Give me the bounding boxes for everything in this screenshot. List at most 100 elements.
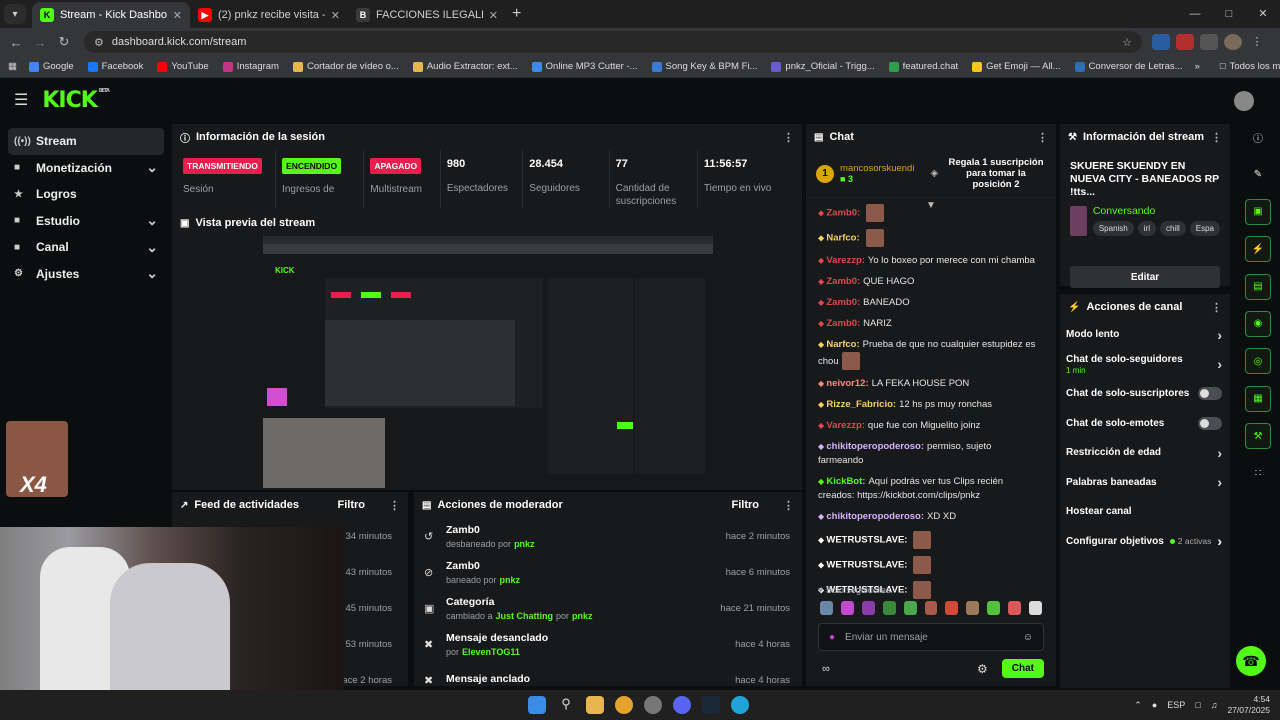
apps-grid-icon[interactable]: ▦ bbox=[8, 61, 17, 72]
channel-action-item[interactable]: Chat de solo-seguidores 1 min › bbox=[1060, 350, 1230, 380]
chat-username[interactable]: Narfco: bbox=[826, 233, 859, 244]
forward-icon[interactable]: → bbox=[28, 35, 52, 50]
toggle-switch[interactable] bbox=[1198, 416, 1222, 430]
close-tab-icon[interactable]: ✕ bbox=[173, 9, 182, 22]
toggle-switch[interactable] bbox=[1198, 387, 1222, 401]
hamburger-menu-icon[interactable]: ☰ bbox=[14, 90, 28, 110]
app-icon[interactable] bbox=[644, 696, 662, 714]
chat-username[interactable]: chikitoperopoderoso: bbox=[826, 511, 924, 522]
bookmark-item[interactable]: Audio Extractor: ext... bbox=[412, 61, 518, 72]
bookmark-star-icon[interactable]: ☆ bbox=[1122, 36, 1132, 49]
chat-message[interactable]: ◆ Varezzp: Yo lo boxeo por merece con mi … bbox=[818, 254, 1039, 268]
bookmark-item[interactable]: Instagram bbox=[222, 61, 279, 72]
chat-message[interactable]: ◆ KickBot: Aquí podrás ver tus Clips reci… bbox=[818, 475, 1039, 503]
bookmark-item[interactable]: Cortador de vídeo o... bbox=[292, 61, 399, 72]
chat-username[interactable]: Zamb0: bbox=[826, 208, 860, 219]
channel-action-item[interactable]: Chat de solo-suscriptores bbox=[1060, 379, 1230, 409]
info-icon[interactable]: ⓘ bbox=[1245, 124, 1271, 150]
kebab-menu-icon[interactable]: ⋮ bbox=[1248, 34, 1266, 50]
browser-tab[interactable]: ▶ (2) pnkz recibe visita - YouTube ✕ bbox=[190, 2, 348, 28]
bookmark-item[interactable]: YouTube bbox=[157, 61, 209, 72]
bookmark-item[interactable]: pnkz_Oficial - Trigg... bbox=[771, 61, 875, 72]
bookmark-item[interactable]: Song Key & BPM Fi... bbox=[651, 61, 757, 72]
sidebar-item-3[interactable]: ■ Estudio ⌄ bbox=[8, 208, 164, 235]
chat-username[interactable]: Rizze_Fabricio: bbox=[826, 399, 896, 410]
mod-filter-button[interactable]: Filtro bbox=[732, 499, 760, 511]
browser-tab[interactable]: B FACCIONES ILEGALES | Baneado ✕ bbox=[348, 2, 506, 28]
wrench-icon[interactable]: ⚒ bbox=[1245, 423, 1271, 450]
mod-action-by-user[interactable]: pnkz bbox=[572, 611, 593, 621]
points-icon[interactable]: ∞ bbox=[822, 663, 830, 675]
chat-username[interactable]: KickBot: bbox=[826, 476, 865, 487]
chat-message[interactable]: ◆ Rizze_Fabricio: 12 hs ps muy ronchas bbox=[818, 398, 1039, 412]
mod-action-actor[interactable]: ElevenTOG11 bbox=[462, 647, 520, 657]
channel-action-item[interactable]: Hostear canal bbox=[1060, 497, 1230, 527]
browser-tab[interactable]: K Stream - Kick Dashboard ✕ bbox=[32, 2, 190, 28]
mod-action-item[interactable]: ▣ Categoría cambiado a Just Chatting por pnkz… bbox=[414, 590, 802, 626]
mod-action-actor[interactable]: pnkz bbox=[500, 575, 521, 585]
chat-username[interactable]: Narfco: bbox=[826, 339, 859, 350]
bookmark-item[interactable]: Google bbox=[28, 61, 74, 72]
apps-icon[interactable]: ∷ bbox=[1245, 461, 1271, 487]
feed-filter-button[interactable]: Filtro bbox=[338, 499, 366, 511]
mod-action-item[interactable]: ⊘ Zamb0 baneado por pnkz hace 6 minutos bbox=[414, 554, 802, 590]
emote-icon[interactable] bbox=[924, 601, 938, 615]
edit-stream-button[interactable]: Editar bbox=[1070, 266, 1220, 288]
chat-username[interactable]: WETRUSTSLAVE: bbox=[826, 535, 907, 546]
bookmark-item[interactable]: Conversor de Letras... bbox=[1074, 61, 1183, 72]
chat-message[interactable]: ◆ Varezzp: que fue con Miguelito joinz bbox=[818, 419, 1039, 433]
edge-icon[interactable] bbox=[731, 696, 749, 714]
chat-username[interactable]: chikitoperopoderoso: bbox=[826, 441, 924, 452]
mod-action-actor[interactable]: pnkz bbox=[514, 539, 535, 549]
microphone-tray-icon[interactable]: ● bbox=[1152, 700, 1157, 710]
chat-message[interactable]: ◆ WETRUSTSLAVE: bbox=[818, 531, 1039, 549]
send-chat-button[interactable]: Chat bbox=[1001, 659, 1044, 678]
steam-icon[interactable] bbox=[702, 696, 720, 714]
emote-icon[interactable] bbox=[987, 601, 1001, 615]
chat-username[interactable]: Varezzp: bbox=[826, 420, 865, 431]
channel-action-item[interactable]: Chat de solo-emotes bbox=[1060, 409, 1230, 439]
maximize-button[interactable]: □ bbox=[1212, 0, 1246, 28]
more-options-icon[interactable]: ⋮ bbox=[783, 499, 794, 512]
bookmark-item[interactable]: Facebook bbox=[87, 61, 143, 72]
sub-leaderboard[interactable]: 1 mancosorskuendi ■ 3 ◈ Regala 1 suscrip… bbox=[806, 150, 1056, 198]
chat-username[interactable]: Zamb0: bbox=[826, 318, 860, 329]
extension-icon[interactable] bbox=[1176, 34, 1194, 50]
chat-username[interactable]: Varezzp: bbox=[826, 255, 865, 266]
mod-action-actor[interactable]: Just Chatting bbox=[496, 611, 554, 621]
emote-icon[interactable] bbox=[1008, 601, 1022, 615]
windows-start-icon[interactable] bbox=[528, 696, 546, 714]
stream-tag[interactable]: irl bbox=[1137, 221, 1156, 236]
broadcast-icon[interactable]: ◎ bbox=[1245, 348, 1271, 375]
site-info-icon[interactable]: ⚙ bbox=[94, 36, 104, 49]
chrome-icon[interactable] bbox=[615, 696, 633, 714]
video-icon[interactable]: ▦ bbox=[1245, 385, 1271, 412]
emote-icon[interactable] bbox=[1029, 601, 1042, 615]
more-options-icon[interactable]: ⋮ bbox=[1211, 131, 1222, 144]
chat-message[interactable]: ◆ Narfco: bbox=[818, 229, 1039, 247]
chat-message[interactable]: ◆ Zamb0: QUE HAGO bbox=[818, 275, 1039, 289]
more-options-icon[interactable]: ⋮ bbox=[1037, 131, 1048, 144]
microphone-icon[interactable]: ● bbox=[829, 632, 835, 643]
close-tab-icon[interactable]: ✕ bbox=[331, 9, 340, 22]
chat-message[interactable]: ◆ chikitoperopoderoso: permiso, sujeto fa… bbox=[818, 440, 1039, 468]
channel-action-item[interactable]: Palabras baneadas › bbox=[1060, 468, 1230, 498]
settings-gear-icon[interactable]: ⚙ bbox=[977, 662, 988, 676]
channel-action-item[interactable]: Restricción de edad › bbox=[1060, 438, 1230, 468]
chat-message[interactable]: ◆ Zamb0: bbox=[818, 204, 1039, 222]
kick-logo[interactable]: KICK BETA bbox=[42, 88, 110, 113]
bookmark-item[interactable]: Online MP3 Cutter -... bbox=[531, 61, 638, 72]
chat-message[interactable]: ◆ Zamb0: BANEADO bbox=[818, 296, 1039, 310]
language-indicator[interactable]: ESP bbox=[1167, 700, 1185, 710]
search-icon[interactable]: ⚲ bbox=[557, 696, 575, 714]
emote-icon[interactable] bbox=[820, 601, 833, 615]
back-icon[interactable]: ← bbox=[4, 35, 28, 50]
user-avatar[interactable] bbox=[1234, 91, 1254, 111]
close-tab-icon[interactable]: ✕ bbox=[489, 9, 498, 22]
target-icon[interactable]: ▣ bbox=[1245, 198, 1271, 225]
extension-icon[interactable] bbox=[1152, 34, 1170, 50]
chat-message-input[interactable]: ● Enviar un mensaje ☺ bbox=[818, 623, 1044, 651]
stream-preview-video[interactable]: KICK bbox=[263, 236, 713, 488]
tab-search-button[interactable]: ▾ bbox=[4, 4, 26, 24]
emote-icon[interactable] bbox=[966, 601, 980, 615]
